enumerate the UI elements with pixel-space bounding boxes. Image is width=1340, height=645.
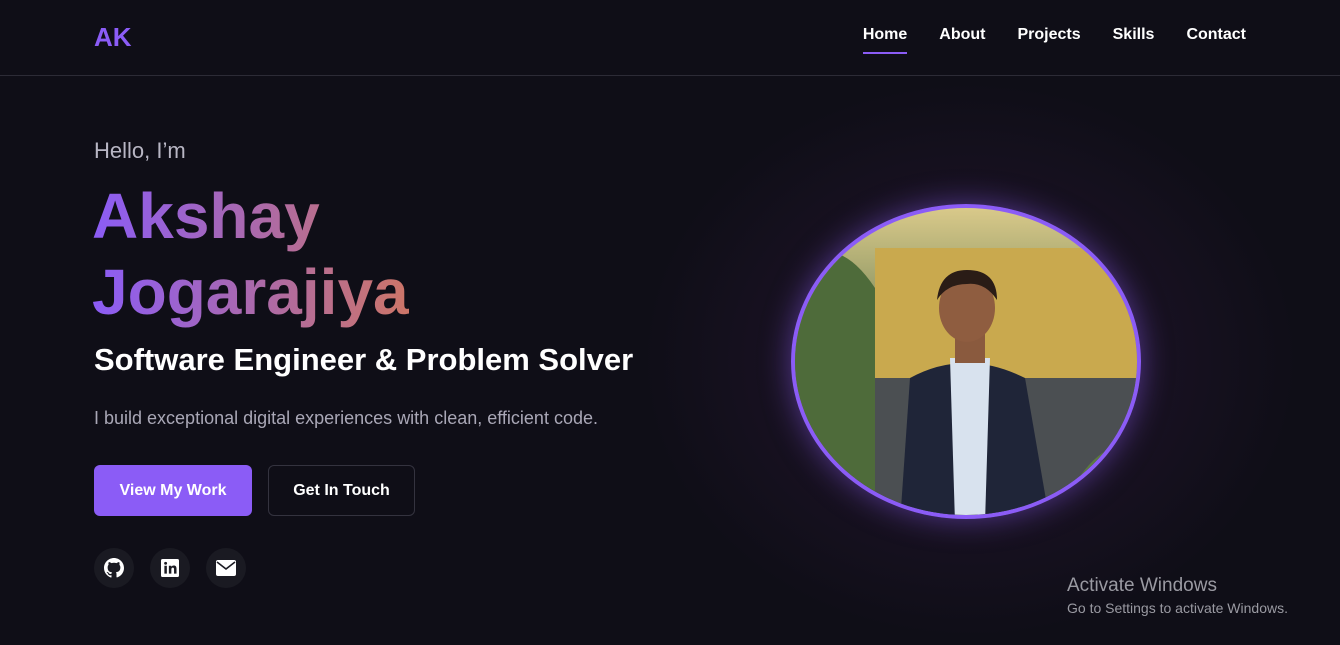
watermark-title: Activate Windows	[1067, 575, 1217, 596]
nav-skills[interactable]: Skills	[1113, 26, 1155, 54]
github-link[interactable]	[94, 548, 134, 588]
github-icon	[104, 558, 124, 578]
navbar: AK Home About Projects Skills Contact	[0, 0, 1340, 76]
watermark-subtitle: Go to Settings to activate Windows.	[1067, 600, 1288, 616]
email-link[interactable]	[206, 548, 246, 588]
hero-description: I build exceptional digital experiences …	[94, 408, 598, 428]
hero-role: Software Engineer & Problem Solver	[94, 342, 634, 377]
nav-links: Home About Projects Skills Contact	[862, 26, 1246, 54]
profile-photo	[791, 204, 1141, 519]
windows-activation-watermark: Activate Windows Go to Settings to activ…	[1067, 575, 1288, 616]
view-work-button[interactable]: View My Work	[94, 465, 252, 516]
linkedin-link[interactable]	[150, 548, 190, 588]
nav-projects[interactable]: Projects	[1017, 26, 1080, 54]
hero-name: Akshay Jogarajiya	[92, 178, 432, 330]
nav-contact[interactable]: Contact	[1186, 26, 1246, 54]
linkedin-icon	[161, 559, 179, 577]
greeting: Hello, I’m	[94, 138, 186, 163]
nav-home[interactable]: Home	[862, 26, 908, 54]
email-icon	[216, 560, 236, 576]
logo[interactable]: AK	[94, 22, 132, 53]
get-in-touch-button[interactable]: Get In Touch	[268, 465, 415, 516]
nav-about[interactable]: About	[939, 26, 985, 54]
